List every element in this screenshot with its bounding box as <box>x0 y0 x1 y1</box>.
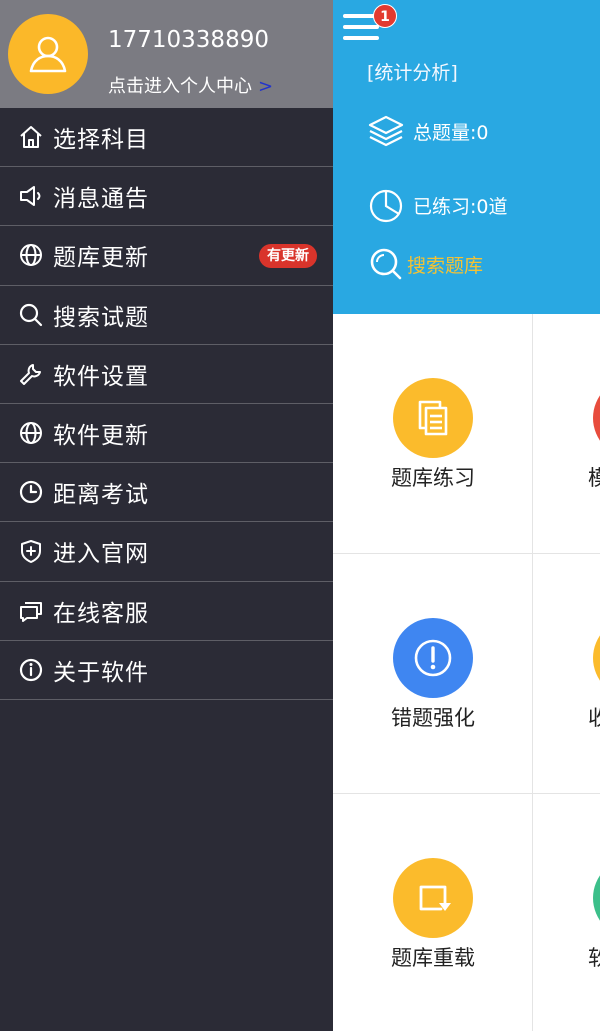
menu-item-label: 关于软件 <box>53 659 149 686</box>
tile-question-practice[interactable]: 题库练习 <box>333 314 533 554</box>
info-icon <box>19 658 43 681</box>
menu-item-online-support[interactable]: 在线客服 <box>0 582 333 641</box>
tile-favorites[interactable]: 收 <box>533 554 600 794</box>
menu-item-label: 软件设置 <box>53 363 149 390</box>
user-icon <box>29 36 67 73</box>
layers-icon <box>368 115 404 147</box>
user-phone: 17710338890 <box>108 27 269 53</box>
favorites-icon <box>593 618 600 698</box>
feature-grid: 题库练习 模 错题强化 收 题库重载 软 <box>333 314 600 1031</box>
drawer-menu: 选择科目 消息通告 题库更新 有更新 搜索试题 软件设置 软件更新 距离考试 进… <box>0 108 333 700</box>
menu-icon-bar <box>343 25 379 29</box>
menu-item-software-update[interactable]: 软件更新 <box>0 404 333 464</box>
practiced-count: 已练习:0道 <box>367 186 508 224</box>
tile-label: 题库重载 <box>391 946 475 970</box>
speaker-icon <box>20 186 41 207</box>
chevron-right-icon: > <box>258 76 274 97</box>
tile-label: 收 <box>588 706 600 730</box>
menu-item-settings[interactable]: 软件设置 <box>0 345 333 404</box>
search-icon <box>370 248 402 280</box>
pie-chart-icon <box>369 189 403 223</box>
profile-header[interactable]: 17710338890 点击进入个人中心 > <box>0 0 333 108</box>
main-panel: 1 [统计分析] 总题量:0 已练习:0道 搜索题库 题库练习 模 错题强化 收… <box>333 0 600 1031</box>
search-bank-text: 搜索题库 <box>407 254 484 277</box>
menu-item-label: 在线客服 <box>53 600 149 627</box>
menu-item-search-questions[interactable]: 搜索试题 <box>0 286 333 345</box>
tile-mock-exam[interactable]: 模 <box>533 314 600 554</box>
menu-item-label: 软件更新 <box>53 423 149 450</box>
clock-icon <box>19 481 43 504</box>
menu-item-announcements[interactable]: 消息通告 <box>0 167 333 227</box>
stats-title[interactable]: [统计分析] <box>367 58 458 85</box>
notification-badge: 1 <box>373 4 397 28</box>
menu-item-label: 题库更新 <box>53 245 149 272</box>
menu-item-about[interactable]: 关于软件 <box>0 641 333 700</box>
menu-item-label: 进入官网 <box>53 541 149 568</box>
side-drawer: 17710338890 点击进入个人中心 > 选择科目 消息通告 题库更新 有更… <box>0 0 333 1031</box>
total-questions: 总题量:0 <box>367 112 489 150</box>
menu-item-bank-update[interactable]: 题库更新 有更新 <box>0 226 333 286</box>
menu-item-exam-countdown[interactable]: 距离考试 <box>0 463 333 523</box>
menu-item-label: 选择科目 <box>53 127 149 154</box>
menu-icon-bar <box>343 36 379 40</box>
reload-icon <box>393 858 473 938</box>
mock-exam-icon <box>593 378 600 458</box>
menu-item-select-subject[interactable]: 选择科目 <box>0 108 333 168</box>
tile-label: 模 <box>588 466 600 490</box>
tile-software[interactable]: 软 <box>533 794 600 1031</box>
tile-label: 题库练习 <box>391 466 475 490</box>
enter-profile-text: 点击进入个人中心 <box>108 76 252 97</box>
menu-item-label: 消息通告 <box>53 186 149 213</box>
practiced-count-text: 已练习:0道 <box>413 195 508 218</box>
stats-panel: 1 [统计分析] 总题量:0 已练习:0道 搜索题库 <box>333 0 600 314</box>
tile-wrong-questions[interactable]: 错题强化 <box>333 554 533 794</box>
search-bank-link[interactable]: 搜索题库 <box>367 245 483 283</box>
home-icon <box>20 126 42 149</box>
document-icon <box>393 378 473 458</box>
menu-item-label: 搜索试题 <box>53 304 149 331</box>
tile-label: 软 <box>588 946 600 970</box>
shield-plus-icon <box>21 540 41 564</box>
enter-profile-link[interactable]: 点击进入个人中心 > <box>108 72 273 98</box>
chat-icon <box>20 601 42 622</box>
tile-label: 错题强化 <box>391 706 475 730</box>
alert-icon <box>393 618 473 698</box>
software-icon <box>593 858 600 938</box>
menu-item-label: 距离考试 <box>53 482 149 509</box>
avatar[interactable] <box>8 14 88 94</box>
globe-icon <box>20 422 42 445</box>
wrench-icon <box>20 363 41 385</box>
menu-item-official-site[interactable]: 进入官网 <box>0 522 333 582</box>
search-icon <box>19 303 43 326</box>
update-badge: 有更新 <box>259 244 317 269</box>
total-questions-text: 总题量:0 <box>413 121 489 144</box>
globe-icon <box>20 244 42 267</box>
tile-reload-bank[interactable]: 题库重载 <box>333 794 533 1031</box>
